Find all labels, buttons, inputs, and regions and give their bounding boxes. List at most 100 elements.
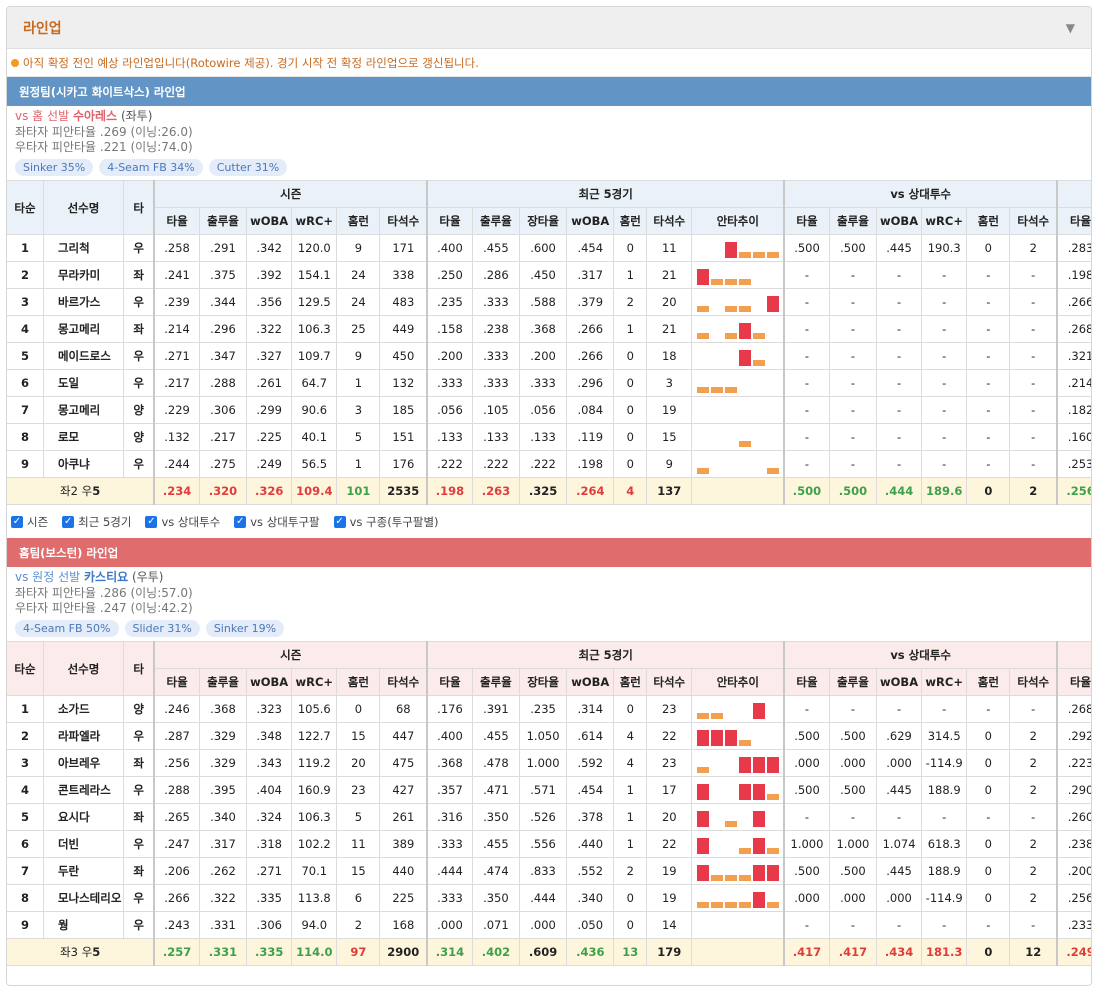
hit-trend-chart — [696, 730, 751, 746]
col-recent-6[interactable]: 안타추이 — [691, 207, 785, 235]
col-vs-3[interactable]: wRC+ — [921, 668, 968, 696]
player-name[interactable]: 바르가스 — [42, 288, 124, 316]
checkbox-checked-icon[interactable]: ✓ — [234, 515, 247, 528]
player-name[interactable]: 아브레우 — [42, 749, 124, 777]
col-season-2[interactable]: wOBA — [246, 207, 293, 235]
col-recent-0[interactable]: 타율 — [426, 207, 473, 235]
col-extra[interactable]: 타율 — [1056, 207, 1091, 235]
hit-trend-chart — [696, 296, 779, 312]
col-season-2[interactable]: wOBA — [246, 668, 293, 696]
hit-trend — [691, 234, 785, 262]
season-stat: 132 — [379, 369, 428, 397]
season-stat: 450 — [379, 342, 428, 370]
vs-stat: - — [783, 695, 830, 723]
col-season-1[interactable]: 출루율 — [198, 668, 248, 696]
player-name[interactable]: 더빈 — [42, 830, 124, 858]
player-name[interactable]: 무라카미 — [42, 261, 124, 289]
recent-stat: .400 — [426, 234, 473, 262]
table-row: 2 라파엘라 우 .287.329.348 122.7 15 447.400.455 1.05… — [7, 722, 1091, 750]
batting-order: 3 — [7, 288, 44, 316]
vs-stat: 190.3 — [921, 234, 968, 262]
trend-bar — [696, 767, 709, 773]
player-name[interactable]: 도일 — [42, 369, 124, 397]
bat-hand: 우 — [122, 722, 155, 750]
lineup-header[interactable]: 라인업 ▼ — [7, 7, 1091, 49]
col-season-0[interactable]: 타율 — [153, 207, 200, 235]
checkbox-checked-icon[interactable]: ✓ — [333, 515, 346, 528]
col-vs-1[interactable]: 출루율 — [828, 668, 878, 696]
col-recent-2[interactable]: 장타율 — [518, 207, 568, 235]
filter-check[interactable]: ✓ 최근 5경기 — [62, 514, 131, 530]
filter-check[interactable]: ✓ 시즌 — [11, 514, 48, 530]
player-name[interactable]: 아쿠냐 — [42, 450, 124, 478]
vs-stat: .000 — [828, 749, 878, 777]
vs-stat: - — [828, 695, 878, 723]
col-season-5[interactable]: 타석수 — [379, 207, 428, 235]
col-recent-1[interactable]: 출루율 — [471, 207, 520, 235]
season-stat: .132 — [153, 423, 200, 451]
checkbox-checked-icon[interactable]: ✓ — [62, 515, 75, 528]
vs-stat: - — [921, 803, 968, 831]
bat-hand: 좌 — [122, 857, 155, 885]
col-season-4[interactable]: 홈런 — [336, 668, 381, 696]
filter-check-label: 시즌 — [27, 514, 49, 529]
col-vs-4[interactable]: 홈런 — [966, 207, 1011, 235]
col-recent-4[interactable]: 홈런 — [613, 207, 648, 235]
col-recent-2[interactable]: 장타율 — [518, 668, 568, 696]
player-name[interactable]: 그리척 — [42, 234, 124, 262]
filter-check[interactable]: ✓ vs 상대투수 — [145, 514, 220, 530]
col-name: 선수명 — [42, 641, 124, 696]
col-vs-2[interactable]: wOBA — [875, 668, 923, 696]
checkbox-checked-icon[interactable]: ✓ — [11, 515, 23, 528]
recent-stat: .084 — [566, 396, 615, 424]
player-name[interactable]: 소가드 — [42, 695, 124, 723]
recent-stat: 1 — [613, 261, 648, 289]
col-recent-3[interactable]: wOBA — [566, 668, 615, 696]
col-vs-0[interactable]: 타율 — [783, 207, 830, 235]
collapse-chevron-icon[interactable]: ▼ — [1066, 21, 1075, 35]
col-recent-4[interactable]: 홈런 — [613, 668, 648, 696]
filter-check[interactable]: ✓ vs 구종(투구팔별) — [333, 514, 439, 530]
player-name[interactable]: 요시다 — [42, 803, 124, 831]
col-recent-1[interactable]: 출루율 — [471, 668, 520, 696]
col-recent-5[interactable]: 타석수 — [646, 668, 693, 696]
col-recent-0[interactable]: 타율 — [426, 668, 473, 696]
player-name[interactable]: 몽고메리 — [42, 315, 124, 343]
col-vs-2[interactable]: wOBA — [875, 207, 923, 235]
player-name[interactable]: 웡 — [42, 911, 124, 939]
total-recent-stat: 137 — [646, 477, 693, 505]
recent-stat: .056 — [426, 396, 473, 424]
recent-stat: .379 — [566, 288, 615, 316]
filter-check[interactable]: ✓ vs 상대투구팔 — [234, 514, 320, 530]
col-extra[interactable]: 타율 — [1056, 668, 1091, 696]
player-name[interactable]: 라파엘라 — [42, 722, 124, 750]
col-vs-4[interactable]: 홈런 — [966, 668, 1011, 696]
col-vs-5[interactable]: 타석수 — [1009, 207, 1058, 235]
col-season-3[interactable]: wRC+ — [291, 668, 338, 696]
col-recent-3[interactable]: wOBA — [566, 207, 615, 235]
player-name[interactable]: 두란 — [42, 857, 124, 885]
col-season-4[interactable]: 홈런 — [336, 207, 381, 235]
player-name[interactable]: 메이드로스 — [42, 342, 124, 370]
col-season-0[interactable]: 타율 — [153, 668, 200, 696]
col-season-5[interactable]: 타석수 — [379, 668, 428, 696]
checkbox-checked-icon[interactable]: ✓ — [145, 515, 158, 528]
player-name[interactable]: 콘트레라스 — [42, 776, 124, 804]
column-filter-checks: ✓ 시즌 ✓ 최근 5경기 ✓ vs 상대투수 ✓ vs 상대투구팔 ✓ vs 구종(투구팔별) — [7, 505, 1091, 538]
col-recent-6[interactable]: 안타추이 — [691, 668, 785, 696]
total-season-stat: 114.0 — [291, 938, 338, 966]
player-name[interactable]: 모나스테리오 — [42, 884, 124, 912]
pitcher-name[interactable]: 수아레스 — [73, 109, 117, 123]
col-season-1[interactable]: 출루율 — [198, 207, 248, 235]
col-recent-5[interactable]: 타석수 — [646, 207, 693, 235]
player-name[interactable]: 몽고메리 — [42, 396, 124, 424]
col-season-3[interactable]: wRC+ — [291, 207, 338, 235]
batting-order: 6 — [7, 830, 44, 858]
player-name[interactable]: 로모 — [42, 423, 124, 451]
col-vs-1[interactable]: 출루율 — [828, 207, 878, 235]
col-vs-5[interactable]: 타석수 — [1009, 668, 1058, 696]
col-vs-0[interactable]: 타율 — [783, 668, 830, 696]
col-vs-3[interactable]: wRC+ — [921, 207, 968, 235]
col-group-0: 시즌 — [153, 641, 428, 669]
pitcher-name[interactable]: 카스티요 — [84, 570, 128, 584]
